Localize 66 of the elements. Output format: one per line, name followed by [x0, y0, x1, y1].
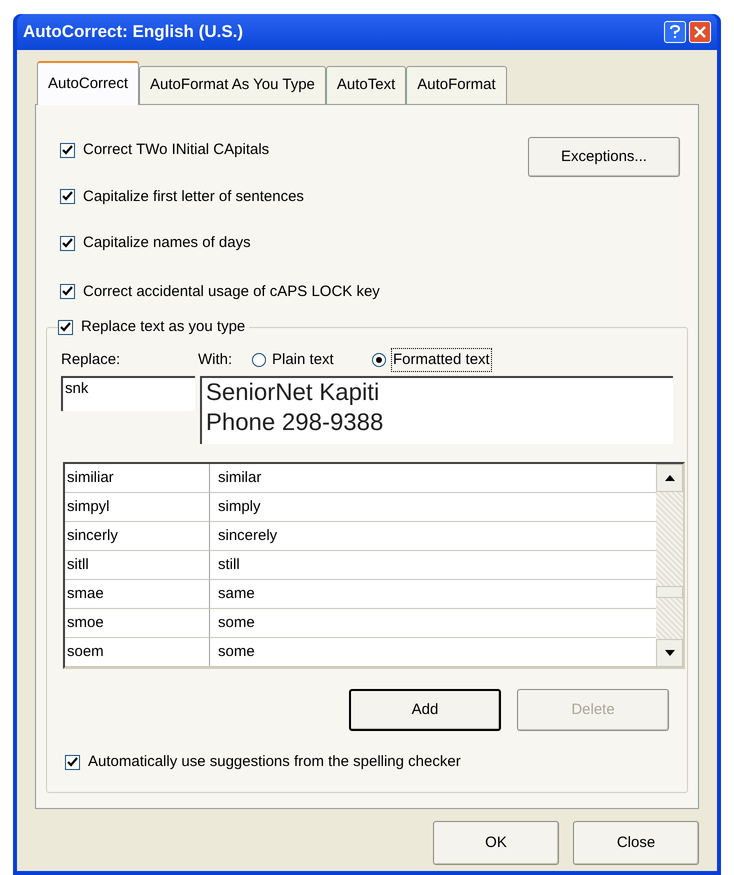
checkbox-option[interactable]: Capitalize names of days	[60, 232, 304, 254]
list-row[interactable]: soem some	[65, 638, 656, 667]
scroll-thumb[interactable]	[656, 586, 683, 598]
table-cell-text: sincerely	[217, 526, 278, 546]
radio-option[interactable]: Plain text	[252, 348, 372, 372]
exceptions-button[interactable]: Exceptions...	[528, 137, 680, 177]
tab[interactable]: AutoCorrect	[37, 61, 140, 105]
table-cell: smae	[65, 580, 210, 608]
ok-button[interactable]: OK	[433, 821, 559, 865]
checkbox[interactable]	[60, 236, 75, 251]
table-cell: sincerly	[65, 522, 210, 550]
list-row[interactable]: sincerly sincerely	[65, 522, 656, 551]
table-cell: similiar	[65, 464, 210, 492]
checkbox-option[interactable]: Correct TWo INitial CApitals	[60, 139, 304, 162]
checkbox[interactable]	[60, 284, 75, 300]
scroll-down-button[interactable]	[656, 639, 683, 667]
checkbox[interactable]	[60, 189, 75, 204]
checkbox-option[interactable]: Replace text as you type	[58, 316, 246, 338]
radio-option[interactable]: Formatted text	[372, 348, 491, 372]
table-cell: sitll	[65, 551, 210, 579]
list-row[interactable]: smae same	[65, 580, 656, 609]
table-cell-text: still	[217, 554, 241, 575]
list-row[interactable]: simpyl simply	[65, 493, 656, 522]
radio-button[interactable]	[372, 353, 386, 367]
checkbox-option[interactable]: Capitalize first letter of sentences	[60, 186, 304, 208]
tab[interactable]: AutoText	[326, 66, 406, 104]
scroll-up-button[interactable]	[656, 464, 683, 492]
checkmark-icon	[62, 144, 73, 156]
checkmark-icon	[67, 756, 78, 768]
checkbox-option[interactable]: Correct accidental usage of cAPS LOCK key	[60, 280, 688, 303]
checkmark-icon	[60, 322, 71, 333]
table-cell: soem	[65, 638, 210, 666]
up-arrow-icon	[664, 475, 674, 481]
replace-label: Replace:	[61, 350, 122, 370]
list-row[interactable]: similiar similar	[65, 464, 656, 493]
table-cell-text: same	[217, 584, 256, 604]
list-row[interactable]: smoe some	[65, 609, 656, 638]
checkbox[interactable]	[65, 754, 80, 770]
checkmark-icon	[62, 238, 73, 249]
replace-field[interactable]: snk	[61, 376, 195, 411]
tab[interactable]: AutoFormat As You Type	[139, 66, 326, 104]
close-icon	[694, 26, 706, 38]
checkbox[interactable]	[58, 320, 73, 335]
with-field[interactable]: SeniorNet Kapiti Phone 298-9388	[200, 376, 673, 444]
tab[interactable]: AutoFormat	[406, 66, 507, 104]
help-button[interactable]	[664, 21, 686, 43]
checkmark-icon	[62, 286, 73, 298]
radio-button[interactable]	[252, 353, 266, 367]
checkbox[interactable]	[60, 142, 75, 158]
table-cell-text: similar	[217, 468, 262, 488]
add-button[interactable]: Add	[349, 689, 501, 731]
table-cell-text: simply	[217, 496, 262, 517]
window-title: AutoCorrect: English (U.S.)	[23, 21, 244, 44]
close-dialog-button[interactable]: Close	[573, 821, 699, 865]
list-row[interactable]: sitll still	[65, 551, 656, 580]
table-cell-text: some	[217, 642, 256, 662]
scrollbar[interactable]	[656, 464, 683, 667]
with-label: With:	[198, 350, 234, 370]
question-mark-icon	[670, 25, 680, 39]
down-arrow-icon	[664, 650, 674, 656]
checkbox-option[interactable]: Automatically use suggestions from the spelling checker	[65, 751, 673, 774]
checkmark-icon	[62, 191, 73, 202]
table-cell: simpyl	[65, 493, 210, 521]
table-cell: smoe	[65, 609, 210, 637]
table-cell-text: some	[217, 612, 256, 633]
close-button[interactable]	[689, 21, 711, 43]
